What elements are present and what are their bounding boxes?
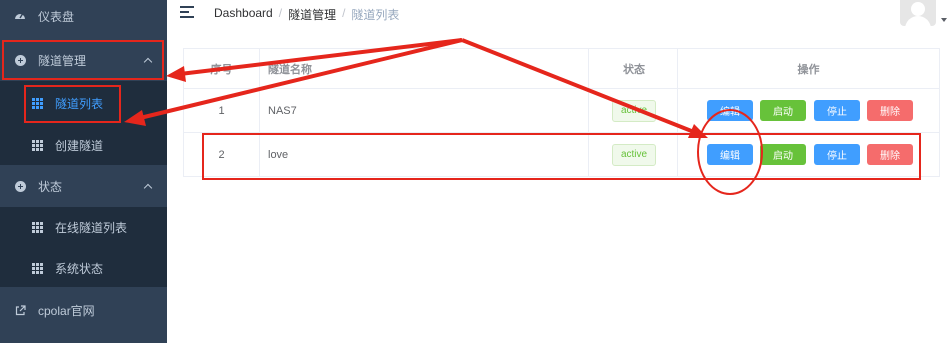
sidebar-item-create-tunnel[interactable]: 创建隧道 xyxy=(0,124,167,166)
start-button[interactable]: 启动 xyxy=(760,100,806,121)
sidebar-item-label: 状态 xyxy=(38,179,63,194)
sidebar-item-cpolar-site[interactable]: cpolar官网 xyxy=(0,289,167,331)
breadcrumb-dashboard[interactable]: Dashboard xyxy=(214,6,273,23)
annotation-box-tunnel-list xyxy=(24,85,121,123)
annotation-box-row xyxy=(202,133,921,180)
sidebar-item-label: 创建隧道 xyxy=(55,138,104,153)
status-cell: active xyxy=(589,89,679,132)
avatar[interactable] xyxy=(900,0,936,26)
column-header-name: 隧道名称 xyxy=(268,63,312,76)
breadcrumb: Dashboard / 隧道管理 / 隧道列表 xyxy=(214,6,399,23)
external-link-icon xyxy=(14,304,26,316)
status-badge: active xyxy=(611,99,657,122)
sidebar-item-system-status[interactable]: 系统状态 xyxy=(0,247,167,289)
caret-down-icon[interactable] xyxy=(941,18,947,22)
sidebar-item-label: 系统状态 xyxy=(55,261,104,276)
column-header-actions: 操作 xyxy=(797,63,820,76)
chevron-up-icon xyxy=(143,183,153,193)
dashboard-icon xyxy=(14,10,26,22)
row-name: NAS7 xyxy=(268,104,297,117)
table-row: 1 NAS7 active 编辑 启动 停止 删除 xyxy=(184,89,939,133)
stop-button[interactable]: 停止 xyxy=(814,100,860,121)
sidebar-item-label: cpolar官网 xyxy=(38,303,95,318)
grid-icon xyxy=(32,139,43,151)
delete-button[interactable]: 删除 xyxy=(867,100,913,121)
breadcrumb-tunnel-management[interactable]: 隧道管理 xyxy=(288,6,336,23)
sidebar-item-label: 在线隧道列表 xyxy=(55,220,128,235)
sidebar-item-label: 仪表盘 xyxy=(38,9,75,24)
table-header: 序号 隧道名称 状态 操作 xyxy=(184,49,939,89)
annotation-box-menu xyxy=(2,40,164,80)
sidebar-item-online-tunnels[interactable]: 在线隧道列表 xyxy=(0,207,167,247)
edit-button[interactable]: 编辑 xyxy=(707,100,753,121)
breadcrumb-current: 隧道列表 xyxy=(351,8,400,22)
column-header-index: 序号 xyxy=(210,63,233,76)
breadcrumb-separator: / xyxy=(342,6,346,20)
grid-icon xyxy=(32,262,43,274)
breadcrumb-separator: / xyxy=(278,6,283,20)
hamburger-icon[interactable] xyxy=(180,6,194,18)
sidebar-item-dashboard[interactable]: 仪表盘 xyxy=(0,0,167,32)
row-index: 1 xyxy=(218,104,225,117)
column-header-status: 状态 xyxy=(623,63,645,76)
sidebar-item-status[interactable]: 状态 xyxy=(0,165,167,207)
grid-icon xyxy=(32,221,43,233)
plus-circle-icon xyxy=(14,180,26,192)
